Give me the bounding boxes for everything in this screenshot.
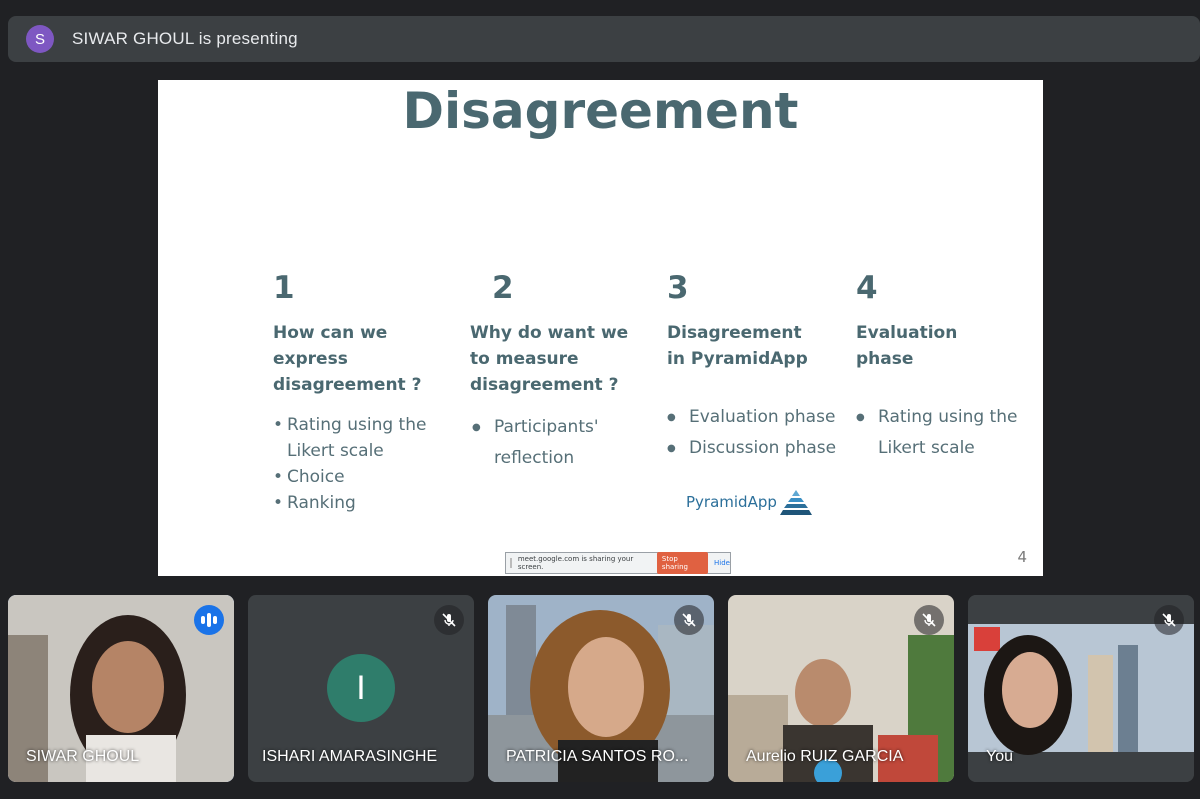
heading-line: Disagreement bbox=[667, 323, 802, 343]
heading-line: How can we bbox=[273, 323, 388, 343]
presenting-banner: S SIWAR GHOUL is presenting bbox=[8, 16, 1200, 62]
participant-tile[interactable]: PATRICIA SANTOS RO... bbox=[488, 595, 714, 782]
participant-tile[interactable]: SIWAR GHOUL bbox=[8, 595, 234, 782]
column-number: 1 bbox=[273, 270, 295, 306]
heading-line: to measure bbox=[470, 349, 579, 369]
participant-name: ISHARI AMARASINGHE bbox=[262, 748, 438, 765]
participant-tile[interactable]: Aurelio RUIZ GARCIA bbox=[728, 595, 954, 782]
participant-tile[interactable]: You bbox=[968, 595, 1194, 782]
bullet-item: Participants' reflection bbox=[472, 412, 604, 474]
column-number: 2 bbox=[492, 270, 514, 306]
speaking-indicator-icon bbox=[194, 605, 224, 635]
slide-column-3: 3 Disagreement in PyramidApp Evaluation … bbox=[667, 270, 837, 464]
heading-line: Why do want we bbox=[470, 323, 629, 343]
bullet-item: Evaluation phase bbox=[667, 402, 837, 433]
presenter-avatar: S bbox=[26, 25, 54, 53]
heading-line: disagreement ? bbox=[273, 375, 422, 395]
screen-share-bar: meet.google.com is sharing your screen. … bbox=[505, 552, 731, 574]
share-message: meet.google.com is sharing your screen. bbox=[517, 555, 634, 571]
presenting-title: SIWAR GHOUL is presenting bbox=[72, 29, 298, 48]
participant-tile[interactable]: I ISHARI AMARASINGHE bbox=[248, 595, 474, 782]
bullet-item: Rating using the Likert scale bbox=[856, 402, 1018, 464]
hide-button[interactable]: Hide bbox=[714, 559, 730, 567]
bullet-item: Choice bbox=[273, 464, 443, 490]
pyramidapp-logo: PyramidApp bbox=[686, 488, 813, 516]
participant-name: PATRICIA SANTOS RO... bbox=[506, 748, 689, 765]
pyramid-icon bbox=[779, 490, 812, 515]
column-heading: Why do want we to measure disagreement ? bbox=[470, 320, 640, 398]
heading-line: express bbox=[273, 349, 348, 369]
slide-title: Disagreement bbox=[402, 82, 799, 140]
bullet-item: Discussion phase bbox=[667, 433, 837, 464]
presented-slide: Disagreement 1 How can we express disagr… bbox=[158, 80, 1043, 576]
participant-name: SIWAR GHOUL bbox=[26, 748, 140, 765]
heading-line: disagreement ? bbox=[470, 375, 619, 395]
heading-line: in PyramidApp bbox=[667, 349, 808, 369]
participant-name: You bbox=[986, 748, 1013, 765]
mic-off-icon bbox=[914, 605, 944, 635]
bullet-list: Rating using the Likert scale Choice Ran… bbox=[273, 412, 443, 516]
column-heading: How can we express disagreement ? bbox=[273, 320, 443, 398]
slide-column-1: 1 How can we express disagreement ? Rati… bbox=[273, 270, 443, 516]
column-number: 4 bbox=[856, 270, 878, 306]
participant-name: Aurelio RUIZ GARCIA bbox=[746, 748, 904, 765]
slide-column-4: 4 Evaluation phase Rating using the Like… bbox=[856, 270, 1026, 464]
column-heading: Disagreement in PyramidApp bbox=[667, 320, 837, 372]
slide-page-number: 4 bbox=[1017, 548, 1027, 566]
participant-avatar: I bbox=[327, 654, 395, 722]
logo-text: PyramidApp bbox=[686, 493, 777, 511]
heading-line: Evaluation bbox=[856, 323, 958, 343]
column-heading: Evaluation phase bbox=[856, 320, 1026, 372]
mic-off-icon bbox=[434, 605, 464, 635]
column-number: 3 bbox=[667, 270, 689, 306]
mic-off-icon bbox=[1154, 605, 1184, 635]
slide-column-2: 2 Why do want we to measure disagreement… bbox=[470, 270, 640, 474]
mic-off-icon bbox=[674, 605, 704, 635]
heading-line: phase bbox=[856, 349, 914, 369]
bullet-item: Rating using the Likert scale bbox=[273, 412, 443, 464]
bullet-list: Participants' reflection bbox=[470, 412, 640, 474]
stop-sharing-button[interactable]: Stop sharing bbox=[656, 552, 709, 574]
bullet-list: Rating using the Likert scale bbox=[856, 402, 1026, 464]
drag-handle[interactable] bbox=[510, 558, 512, 568]
bullet-list: Evaluation phase Discussion phase bbox=[667, 402, 837, 464]
bullet-item: Ranking bbox=[273, 490, 443, 516]
